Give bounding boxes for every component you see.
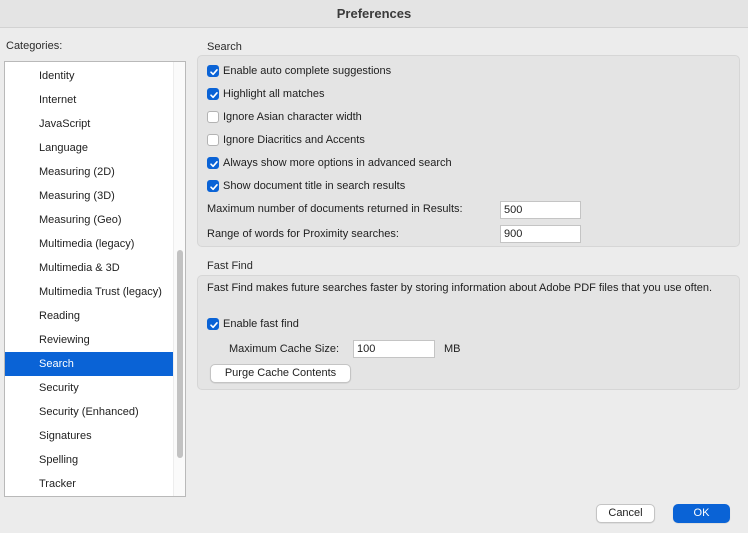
- checkbox-checked-icon[interactable]: [207, 318, 219, 330]
- category-item-measuring-3d[interactable]: Measuring (3D): [5, 184, 174, 208]
- checkbox-checked-icon[interactable]: [207, 180, 219, 192]
- category-item-spelling[interactable]: Spelling: [5, 448, 174, 472]
- checkbox-unchecked-icon[interactable]: [207, 134, 219, 146]
- category-item-reading[interactable]: Reading: [5, 304, 174, 328]
- category-item-search[interactable]: Search: [5, 352, 174, 376]
- categories-scrollbar[interactable]: [173, 62, 185, 496]
- fast-find-description: Fast Find makes future searches faster b…: [207, 282, 713, 294]
- option-highlight-matches-label: Highlight all matches: [223, 88, 325, 100]
- cache-size-label: Maximum Cache Size:: [229, 343, 340, 355]
- category-item-multimedia-3d[interactable]: Multimedia & 3D: [5, 256, 174, 280]
- category-item-language[interactable]: Language: [5, 136, 174, 160]
- category-item-signatures[interactable]: Signatures: [5, 424, 174, 448]
- category-item-security-enhanced[interactable]: Security (Enhanced): [5, 400, 174, 424]
- fast-find-group-title: Fast Find: [207, 260, 253, 272]
- categories-label: Categories:: [6, 40, 63, 52]
- purge-cache-button[interactable]: Purge Cache Contents: [210, 364, 351, 383]
- option-ignore-diacritics-label: Ignore Diacritics and Accents: [223, 134, 365, 146]
- fast-find-group: Fast Find makes future searches faster b…: [197, 275, 740, 390]
- cache-size-input[interactable]: [353, 340, 435, 358]
- category-item-multimedia-trust-legacy[interactable]: Multimedia Trust (legacy): [5, 280, 174, 304]
- option-enable-fast-find-label: Enable fast find: [223, 318, 299, 330]
- checkbox-checked-icon[interactable]: [207, 88, 219, 100]
- preferences-window: Preferences Categories: Identity Interne…: [0, 0, 748, 533]
- category-item-javascript[interactable]: JavaScript: [5, 112, 174, 136]
- checkbox-checked-icon[interactable]: [207, 65, 219, 77]
- option-show-more-options-label: Always show more options in advanced sea…: [223, 157, 452, 169]
- search-group: Enable auto complete suggestions Highlig…: [197, 55, 740, 247]
- option-ignore-asian-width-label: Ignore Asian character width: [223, 111, 362, 123]
- ok-button[interactable]: OK: [673, 504, 730, 523]
- option-show-doc-title-label: Show document title in search results: [223, 180, 406, 192]
- category-item-identity[interactable]: Identity: [5, 64, 174, 88]
- category-item-internet[interactable]: Internet: [5, 88, 174, 112]
- category-item-security[interactable]: Security: [5, 376, 174, 400]
- max-docs-label: Maximum number of documents returned in …: [207, 203, 463, 215]
- category-item-tracker[interactable]: Tracker: [5, 472, 174, 496]
- category-item-multimedia-legacy[interactable]: Multimedia (legacy): [5, 232, 174, 256]
- cancel-button[interactable]: Cancel: [596, 504, 655, 523]
- checkbox-unchecked-icon[interactable]: [207, 111, 219, 123]
- category-item-reviewing[interactable]: Reviewing: [5, 328, 174, 352]
- categories-list[interactable]: Identity Internet JavaScript Language Me…: [4, 61, 186, 497]
- max-docs-input[interactable]: [500, 201, 581, 219]
- proximity-input[interactable]: [500, 225, 581, 243]
- proximity-label: Range of words for Proximity searches:: [207, 228, 399, 240]
- window-title: Preferences: [0, 0, 748, 28]
- cache-size-unit: MB: [444, 343, 461, 355]
- option-auto-complete-label: Enable auto complete suggestions: [223, 65, 392, 77]
- categories-scroll-thumb[interactable]: [177, 250, 183, 458]
- category-item-measuring-2d[interactable]: Measuring (2D): [5, 160, 174, 184]
- search-group-title: Search: [207, 41, 242, 53]
- checkbox-checked-icon[interactable]: [207, 157, 219, 169]
- category-item-measuring-geo[interactable]: Measuring (Geo): [5, 208, 174, 232]
